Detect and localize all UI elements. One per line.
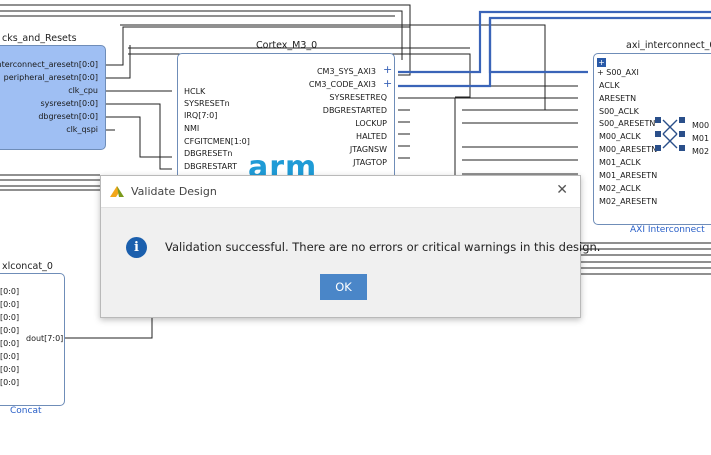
port-m01-aresetn: M01_ARESETN <box>599 171 658 180</box>
port-m01-aclk: M01_ACLK <box>599 158 641 167</box>
port-hclk: HCLK <box>184 87 206 96</box>
port-dout: dout[7:0] <box>26 334 64 343</box>
port-interconnect-aresetn: interconnect_aresetn[0:0] <box>0 60 98 69</box>
concat-input: [0:0] <box>0 352 20 361</box>
port-jtagtop: JTAGTOP <box>353 158 387 167</box>
axi-title: axi_interconnect_0 <box>626 40 711 51</box>
concat-caption: Concat <box>10 406 42 416</box>
port-s00-aclk: S00_ACLK <box>599 107 639 116</box>
port-cm3-sys-axi3: CM3_SYS_AXI3 <box>316 67 376 76</box>
dialog-message: Validation successful. There are no erro… <box>165 240 601 254</box>
dialog-title: Validate Design <box>131 185 217 198</box>
bus-plus-icon[interactable]: + <box>383 64 392 75</box>
xlconcat-title: xlconcat_0 <box>2 261 53 272</box>
port-dbgrestarted: DBGRESTARTED <box>322 106 387 115</box>
info-icon: i <box>126 237 147 258</box>
port-sysresetn-in: SYSRESETn <box>184 99 230 108</box>
port-m02-aclk: M02_ACLK <box>599 184 641 193</box>
port-aclk: ACLK <box>599 81 620 90</box>
concat-input: [0:0] <box>0 300 20 309</box>
port-halted: HALTED <box>356 132 387 141</box>
dialog-titlebar[interactable]: Validate Design ✕ <box>101 176 580 208</box>
port-irq: IRQ[7:0] <box>184 111 218 120</box>
cortex-title: Cortex_M3_0 <box>256 40 318 51</box>
port-sysresetn: sysresetn[0:0] <box>40 99 98 108</box>
port-jtagnsw: JTAGNSW <box>349 145 387 154</box>
port-m00-aclk: M00_ACLK <box>599 132 641 141</box>
bus-plus-icon[interactable]: + <box>383 78 392 89</box>
port-nmi: NMI <box>184 124 200 133</box>
port-dbgrestart: DBGRESTART <box>184 162 237 171</box>
port-s00-axi: + S00_AXI <box>597 68 639 77</box>
vivado-logo-icon <box>110 186 124 197</box>
port-m02-aresetn: M02_ARESETN <box>599 197 658 206</box>
port-dbgresetn: dbgresetn[0:0] <box>38 112 98 121</box>
axi-caption: AXI Interconnect <box>630 225 705 235</box>
crossbar-icon <box>655 117 685 151</box>
port-clk-qspi: clk_qspi <box>66 125 98 134</box>
ok-button[interactable]: OK <box>320 274 367 300</box>
port-sysresetreq: SYSRESETREQ <box>329 93 387 102</box>
port-clk-cpu: clk_cpu <box>68 86 98 95</box>
concat-input: [0:0] <box>0 326 20 335</box>
port-aresetn: ARESETN <box>599 94 637 103</box>
close-icon[interactable]: ✕ <box>556 182 568 198</box>
concat-input: [0:0] <box>0 339 20 348</box>
concat-input: [0:0] <box>0 313 20 322</box>
concat-input: [0:0] <box>0 365 20 374</box>
port-lockup: LOCKUP <box>355 119 387 128</box>
port-m01-out: M01 <box>692 134 710 143</box>
expand-icon[interactable]: + <box>597 58 606 67</box>
concat-input: [0:0] <box>0 287 20 296</box>
port-m00-aresetn: M00_ARESETN <box>599 145 658 154</box>
clocks-resets-title: cks_and_Resets <box>2 33 77 44</box>
port-dbgresetn-in: DBGRESETn <box>184 149 233 158</box>
concat-input: [0:0] <box>0 378 20 387</box>
port-peripheral-aresetn: peripheral_aresetn[0:0] <box>3 73 98 82</box>
port-m02-out: M02 <box>692 147 710 156</box>
port-m00-out: M00 <box>692 121 710 130</box>
port-cm3-code-axi3: CM3_CODE_AXI3 <box>308 80 376 89</box>
validate-design-dialog: Validate Design ✕ i Validation successfu… <box>100 175 600 318</box>
port-s00-aresetn: S00_ARESETN <box>599 119 656 128</box>
port-cfgitcmen: CFGITCMEN[1:0] <box>184 137 250 146</box>
